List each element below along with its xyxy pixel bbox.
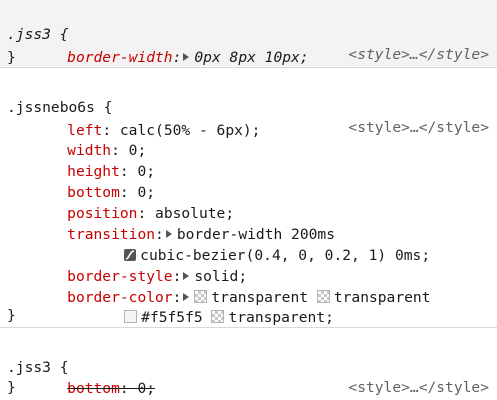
declaration-border-color-continued[interactable]: #f5f5f5 transparent; — [0, 288, 334, 326]
declaration-height[interactable]: height: 0; — [0, 142, 155, 180]
declaration-left[interactable]: left: calc(50% - 6px); — [0, 101, 260, 139]
style-source-link[interactable]: <style>…</style> — [348, 45, 489, 65]
styles-pane: .jss3 { <style>…</style> border-width: 0p… — [0, 0, 497, 400]
rule-header: .jss3 { <style>…</style> — [0, 5, 497, 63]
declaration-border-style[interactable]: border-style: solid; — [0, 247, 247, 285]
property-value[interactable]: 0px 8px 10px; — [194, 49, 308, 66]
rule-close-brace: } — [7, 379, 16, 396]
rule-close-brace: } — [7, 49, 16, 66]
declaration-border-color[interactable]: border-color: transparent transparent — [0, 268, 430, 306]
style-source-link[interactable]: <style>…</style> — [348, 378, 489, 398]
color-value[interactable]: transparent; — [228, 309, 333, 326]
declaration-transition[interactable]: transition: border-width 200ms — [0, 205, 335, 243]
declaration-width[interactable]: width: 0; — [0, 121, 146, 159]
rule-close-brace: } — [7, 307, 16, 324]
declaration-border-width[interactable]: border-width: 0px 8px 10px; — [0, 28, 308, 66]
color-swatch-icon[interactable] — [124, 310, 138, 323]
property-value[interactable]: 0; — [137, 380, 155, 397]
declaration-bottom-overridden[interactable]: bottom: 0; — [0, 359, 155, 397]
expand-arrow-icon[interactable] — [183, 53, 190, 61]
color-swatch-icon[interactable] — [211, 310, 225, 323]
style-source-link[interactable]: <style>…</style> — [348, 118, 489, 138]
rule-separator — [0, 327, 497, 328]
color-value[interactable]: transparent — [334, 289, 431, 306]
declaration-bottom[interactable]: bottom: 0; — [0, 163, 155, 201]
declaration-transition-continued[interactable]: cubic-bezier(0.4, 0, 0.2, 1) 0ms; — [0, 226, 430, 264]
rule-header: .jssnebo6s { <style>…</style> — [0, 78, 497, 136]
declaration-position[interactable]: position: absolute; — [0, 184, 234, 222]
rule-header: .jss3 { <style>…</style> — [0, 338, 497, 396]
color-value[interactable]: #f5f5f5 — [141, 309, 203, 326]
rule-separator — [0, 67, 497, 68]
property-name[interactable]: border-width — [67, 49, 172, 66]
property-name[interactable]: bottom — [67, 380, 120, 397]
